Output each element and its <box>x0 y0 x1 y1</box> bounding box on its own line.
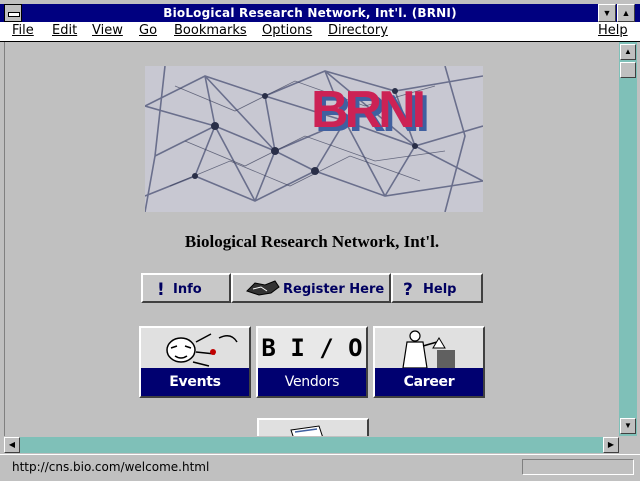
menu-file-label: File <box>12 23 34 38</box>
scroll-up-button[interactable]: ▲ <box>620 44 636 60</box>
menu-bookmarks[interactable]: Bookmarks <box>174 23 247 38</box>
register-label: Register Here <box>283 282 385 297</box>
menu-bar: File Edit View Go Bookmarks Options Dire… <box>0 22 640 42</box>
browser-window: BioLogical Research Network, Int'l. (BRN… <box>0 0 640 481</box>
status-url: http://cns.bio.com/welcome.html <box>12 460 210 474</box>
menu-go[interactable]: Go <box>139 23 157 38</box>
menu-help-label: Help <box>598 23 628 38</box>
register-button[interactable]: Register Here <box>231 273 391 303</box>
page-content: BRNI BRNI Biological Research Network, I… <box>4 42 619 436</box>
menu-options-label: Options <box>262 23 313 38</box>
menu-edit-label: Edit <box>52 23 78 38</box>
arrow-down-icon: ▼ <box>624 421 632 430</box>
menu-bookmarks-label: Bookmarks <box>174 23 247 38</box>
handshake-icon <box>246 280 280 296</box>
career-label: Career <box>375 368 483 396</box>
maximize-button[interactable]: ▲ <box>617 4 635 22</box>
vendors-tile[interactable]: B I / O Vendors <box>256 326 368 398</box>
question-icon: ? <box>403 280 413 300</box>
title-bar[interactable]: BioLogical Research Network, Int'l. (BRN… <box>0 4 640 22</box>
minimize-button[interactable]: ▼ <box>598 4 616 22</box>
brni-logo: BRNI <box>311 81 426 139</box>
events-image <box>141 328 249 368</box>
menu-go-label: Go <box>139 23 158 38</box>
system-menu-icon <box>8 12 20 17</box>
arrow-right-icon: ▶ <box>607 440 615 449</box>
info-label: Info <box>173 282 202 297</box>
horizontal-scrollbar[interactable]: ◀ ▶ <box>4 437 619 453</box>
scroll-left-button[interactable]: ◀ <box>4 437 20 453</box>
scrollbar-corner <box>619 437 637 453</box>
menu-file[interactable]: File <box>12 23 34 38</box>
scroll-right-button[interactable]: ▶ <box>603 437 619 453</box>
arrow-up-icon: ▲ <box>624 47 632 56</box>
minimize-icon: ▼ <box>602 8 612 18</box>
menu-view-label: View <box>92 23 123 38</box>
window-title: BioLogical Research Network, Int'l. (BRN… <box>163 6 457 20</box>
page-title: Biological Research Network, Int'l. <box>184 232 440 251</box>
document-icon <box>290 425 323 436</box>
bio-image-text: B I / O <box>258 328 366 368</box>
menu-directory-label: Directory <box>328 23 388 38</box>
menu-directory[interactable]: Directory <box>328 23 388 38</box>
career-tile[interactable]: Career <box>373 326 485 398</box>
menu-options[interactable]: Options <box>262 23 312 38</box>
vertical-scrollbar[interactable]: ▲ ▼ <box>619 42 637 436</box>
partial-tile[interactable] <box>257 418 369 436</box>
help-label: Help <box>423 282 457 297</box>
vendors-label: Vendors <box>258 368 366 396</box>
menu-view[interactable]: View <box>92 23 123 38</box>
events-label: Events <box>141 368 249 396</box>
maximize-icon: ▲ <box>621 8 631 18</box>
brni-banner-image: BRNI BRNI <box>145 66 483 212</box>
menu-help[interactable]: Help <box>598 23 628 38</box>
arrow-left-icon: ◀ <box>8 440 16 449</box>
status-bar: http://cns.bio.com/welcome.html <box>0 454 640 481</box>
exclamation-icon: ! <box>157 280 165 300</box>
scientist-image <box>375 328 483 368</box>
info-button[interactable]: ! Info <box>141 273 231 303</box>
scroll-down-button[interactable]: ▼ <box>620 418 636 434</box>
system-menu-button[interactable] <box>4 4 22 22</box>
progress-box <box>522 459 634 475</box>
events-tile[interactable]: Events <box>139 326 251 398</box>
vertical-scroll-thumb[interactable] <box>620 62 636 78</box>
help-button[interactable]: ? Help <box>391 273 483 303</box>
menu-edit[interactable]: Edit <box>52 23 77 38</box>
